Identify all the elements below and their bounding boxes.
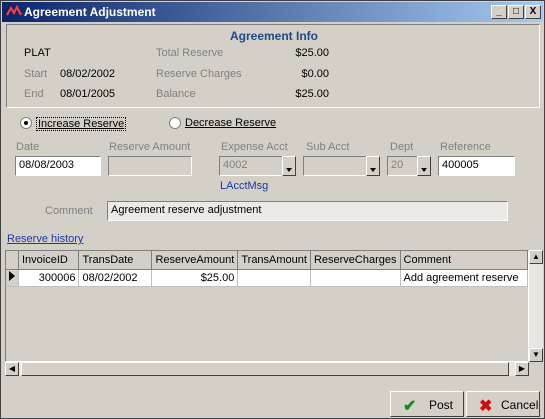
start-value: 08/02/2002 [60, 68, 116, 80]
increase-reserve-radio[interactable] [20, 117, 32, 129]
row-indicator-header [6, 251, 19, 270]
post-button-label: Post [429, 398, 454, 412]
date-field[interactable]: 08/08/2003 [15, 156, 101, 176]
dept-label: Dept [390, 141, 414, 153]
dept-dropdown-button[interactable] [417, 156, 431, 176]
reserve-history-grid[interactable]: InvoiceID TransDate ReserveAmount TransA… [5, 250, 529, 362]
window-title: Agreement Adjustment [24, 5, 156, 19]
end-value: 08/01/2005 [60, 88, 116, 100]
reference-label: Reference [440, 141, 491, 153]
cell-transamount[interactable] [237, 269, 311, 287]
sub-acct-dropdown-button[interactable] [366, 156, 380, 176]
sub-acct-field[interactable] [303, 156, 367, 176]
scroll-left-arrow-icon[interactable]: ◀ [5, 362, 19, 376]
increase-reserve-label[interactable]: Increase Reserve [36, 117, 127, 131]
comment-label: Comment [45, 205, 93, 217]
column-header-invoiceid[interactable]: InvoiceID [18, 251, 80, 270]
scroll-thumb[interactable] [21, 362, 509, 376]
reserve-history-label[interactable]: Reserve history [7, 233, 83, 245]
app-icon [6, 4, 22, 19]
sub-acct-label: Sub Acct [306, 141, 350, 153]
cell-reserveamount[interactable]: $25.00 [151, 269, 239, 287]
cancel-button-label: Cancel [501, 398, 539, 412]
scroll-down-arrow-icon[interactable]: ▼ [529, 348, 543, 362]
scroll-up-arrow-icon[interactable]: ▲ [529, 250, 543, 264]
title-bar[interactable]: Agreement Adjustment _ □ X [2, 2, 543, 22]
cancel-x-icon: ✖ [479, 398, 493, 415]
cell-comment[interactable]: Add agreement reserve [400, 269, 528, 287]
expense-acct-dropdown-button[interactable] [282, 156, 296, 176]
reserve-charges-value: $0.00 [301, 68, 329, 80]
decrease-reserve-radio[interactable] [169, 117, 181, 129]
total-reserve-label: Total Reserve [156, 47, 224, 59]
comment-field[interactable]: Agreement reserve adjustment [107, 201, 508, 221]
agreement-info-title: Agreement Info [229, 29, 318, 43]
current-row-arrow-icon [6, 269, 19, 287]
close-button[interactable]: X [525, 5, 541, 19]
column-header-transamount[interactable]: TransAmount [237, 251, 311, 270]
cell-transdate[interactable]: 08/02/2002 [78, 269, 153, 287]
expense-acct-field[interactable]: 4002 [219, 156, 283, 176]
increase-reserve-option[interactable]: Increase Reserve [19, 116, 129, 132]
scroll-right-arrow-icon[interactable]: ▶ [515, 362, 529, 376]
grid-horizontal-scrollbar[interactable]: ◀ ▶ [5, 362, 529, 376]
table-header-row: InvoiceID TransDate ReserveAmount TransA… [6, 251, 528, 270]
reference-field[interactable]: 400005 [438, 156, 515, 176]
column-header-reserveamount[interactable]: ReserveAmount [151, 251, 239, 270]
cancel-button[interactable]: ✖ Cancel [466, 391, 540, 417]
end-label: End [24, 88, 44, 100]
reserve-history-table: InvoiceID TransDate ReserveAmount TransA… [6, 251, 528, 287]
post-button[interactable]: ✔ Post [390, 391, 464, 417]
balance-value: $25.00 [295, 88, 329, 100]
reserve-amount-field[interactable] [108, 156, 192, 176]
start-label: Start [24, 68, 48, 80]
column-header-transdate[interactable]: TransDate [78, 251, 153, 270]
radio-selected-dot [24, 121, 28, 125]
decrease-reserve-option[interactable]: Decrease Reserve [168, 116, 288, 132]
agreement-adjustment-window: Agreement Adjustment _ □ X Agreement Inf… [0, 0, 545, 419]
expense-acct-label: Expense Acct [221, 141, 288, 153]
checkmark-icon: ✔ [403, 398, 417, 415]
decrease-reserve-label[interactable]: Decrease Reserve [185, 117, 276, 129]
grid-vertical-scrollbar[interactable]: ▲ ▼ [529, 250, 543, 362]
maximize-button[interactable]: □ [508, 5, 524, 19]
balance-label: Balance [156, 88, 196, 100]
date-label: Date [16, 141, 40, 153]
table-row[interactable]: 300006 08/02/2002 $25.00 Add agreement r… [6, 269, 528, 287]
column-header-comment[interactable]: Comment [400, 251, 528, 270]
agreement-info-panel: Agreement Info PLAT Start 08/02/2002 End… [6, 24, 540, 108]
acct-msg-label: LAcctMsg [220, 180, 269, 192]
agreement-code: PLAT [24, 47, 51, 59]
dept-field[interactable]: 20 [387, 156, 418, 176]
reserve-amount-label: Reserve Amount [109, 141, 191, 153]
total-reserve-value: $25.00 [295, 47, 329, 59]
reserve-charges-label: Reserve Charges [156, 68, 242, 80]
cell-invoiceid[interactable]: 300006 [18, 269, 80, 287]
column-header-reservecharges[interactable]: ReserveCharges [310, 251, 401, 270]
minimize-button[interactable]: _ [491, 5, 507, 19]
cell-reservecharges[interactable] [310, 269, 401, 287]
